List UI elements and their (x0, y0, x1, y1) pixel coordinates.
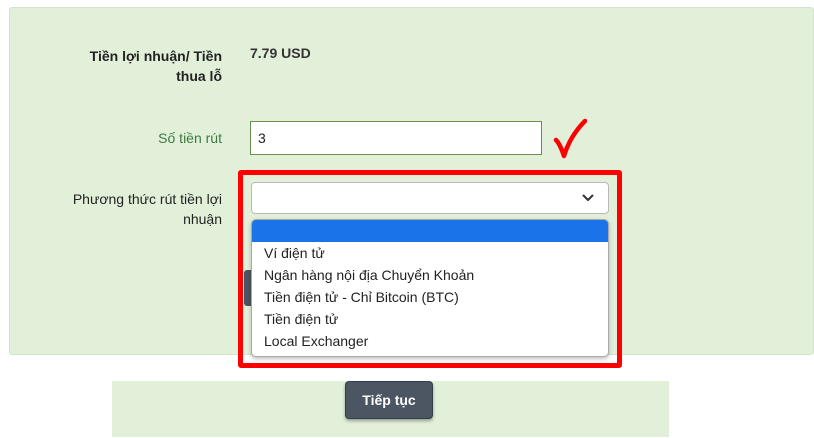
method-label-line2: nhuận (183, 211, 222, 227)
amount-label: Số tiền rút (158, 130, 222, 146)
profit-label-line2: thua lỗ (176, 68, 222, 84)
amount-input[interactable] (250, 121, 542, 155)
method-label-line1: Phương thức rút tiền lợi (72, 191, 222, 207)
method-label: Phương thức rút tiền lợi nhuận (20, 189, 222, 229)
continue-button[interactable]: Tiếp tục (345, 381, 433, 419)
highlight-annotation-box (238, 170, 622, 368)
profit-label: Tiền lợi nhuận/ Tiền thua lỗ (20, 46, 222, 86)
profit-label-line1: Tiền lợi nhuận/ Tiền (89, 48, 222, 64)
profit-value: 7.79 USD (250, 45, 311, 61)
check-mark-icon (553, 118, 587, 159)
